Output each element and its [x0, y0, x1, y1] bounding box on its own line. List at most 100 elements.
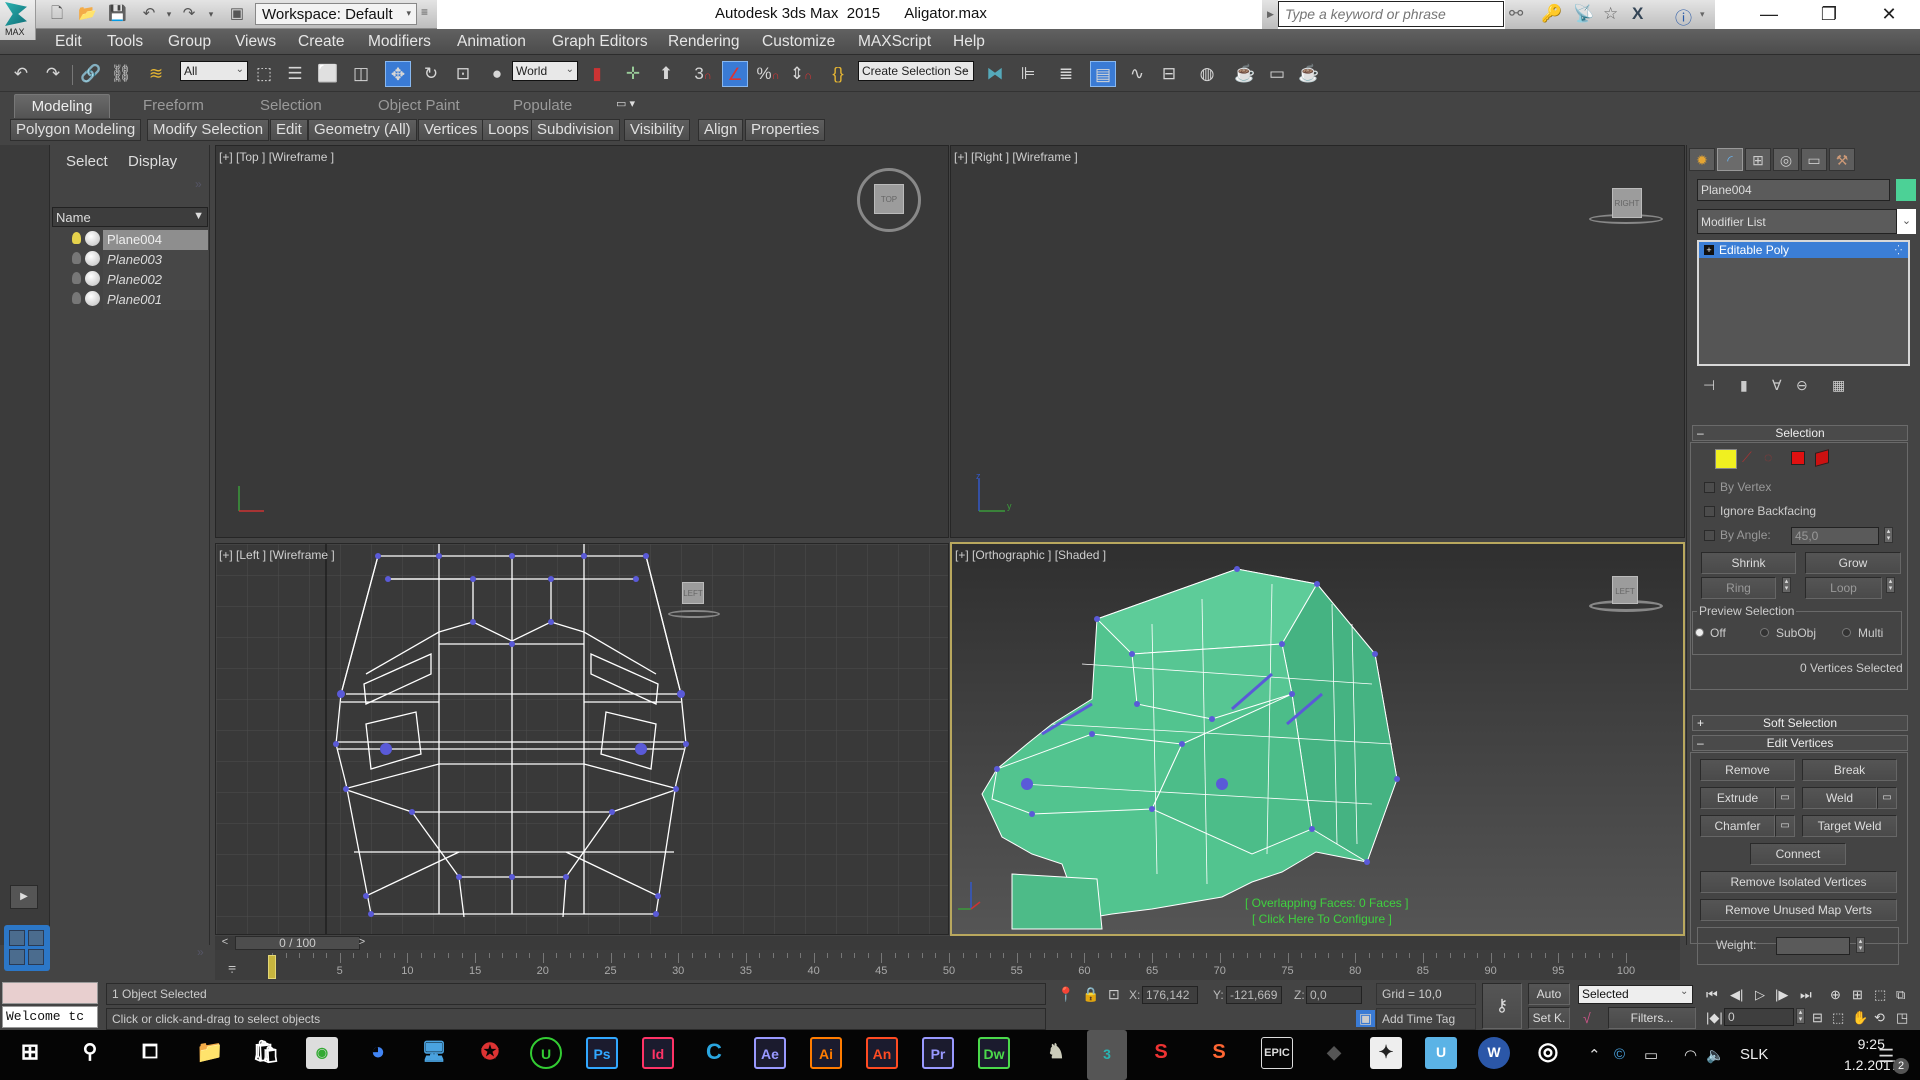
- ring-button[interactable]: Ring: [1701, 577, 1776, 599]
- tray-expand-icon[interactable]: ⌃: [1588, 1046, 1601, 1064]
- ignore-backfacing-checkbox[interactable]: [1704, 506, 1715, 517]
- play-icon[interactable]: ▷: [1755, 987, 1765, 1003]
- preview-off-radio[interactable]: [1695, 628, 1704, 637]
- chrome-icon[interactable]: ◕: [362, 1037, 394, 1069]
- modifier-stack-item[interactable]: + Editable Poly ⁛: [1699, 242, 1908, 258]
- pivot-point-center-icon[interactable]: ▮: [584, 61, 610, 87]
- unlink-icon[interactable]: ⛓: [108, 61, 134, 87]
- panel-subdivision[interactable]: Subdivision: [531, 119, 620, 141]
- extrude-button[interactable]: Extrude: [1700, 787, 1775, 809]
- rectangular-selection-icon[interactable]: ⬜: [315, 61, 341, 87]
- modifier-list-dropdown[interactable]: Modifier List: [1697, 209, 1897, 234]
- pan-view-icon[interactable]: ✋: [1852, 1010, 1868, 1026]
- search-input[interactable]: [1278, 1, 1504, 27]
- customize-toolbar-icon[interactable]: ≡: [421, 5, 428, 19]
- scene-tab-display[interactable]: Display: [128, 153, 177, 170]
- selection-rollout-header[interactable]: – Selection: [1692, 425, 1908, 441]
- weight-spinner[interactable]: ▴ ▾: [1856, 937, 1865, 953]
- tab-selection[interactable]: Selection: [250, 94, 332, 118]
- maxscript-mini-listener[interactable]: Welcome tc: [2, 1006, 98, 1028]
- panel-align[interactable]: Align: [698, 119, 744, 141]
- device-icon[interactable]: ◆: [1318, 1037, 1350, 1069]
- open-file-icon[interactable]: 📂: [78, 5, 97, 23]
- current-frame-marker[interactable]: [268, 955, 276, 979]
- volume-icon[interactable]: 🔈: [1706, 1046, 1725, 1064]
- set-key-mode-icon[interactable]: ⚷: [1482, 983, 1522, 1029]
- double-chevron-icon[interactable]: »: [195, 177, 202, 191]
- undo-icon[interactable]: ↶: [8, 61, 34, 87]
- save-icon[interactable]: 💾: [108, 5, 127, 23]
- ring-spinner[interactable]: ▴ ▾: [1782, 577, 1791, 593]
- spinner-snap-icon[interactable]: ⇕∩: [788, 61, 814, 87]
- viewport-orthographic[interactable]: [+] [Orthographic ] [Shaded ] LEFT [ Ove…: [950, 542, 1685, 936]
- modifier-stack[interactable]: [1697, 240, 1910, 366]
- zoom-icon[interactable]: ⊕: [1830, 987, 1841, 1003]
- shaded-mesh[interactable]: [952, 544, 1683, 934]
- viewcube-icon[interactable]: RIGHT: [1612, 188, 1642, 218]
- orbit-icon[interactable]: ⟲: [1874, 1010, 1885, 1026]
- select-manipulate-icon[interactable]: ✛: [620, 61, 646, 87]
- scene-tab-select[interactable]: Select: [66, 153, 108, 170]
- show-end-result-icon[interactable]: ▮: [1740, 377, 1748, 394]
- help-dropdown-icon[interactable]: ▾: [1700, 9, 1705, 20]
- weld-button[interactable]: Weld: [1802, 787, 1877, 809]
- application-button[interactable]: MAX: [0, 0, 36, 40]
- select-by-name-icon[interactable]: ☰: [282, 61, 308, 87]
- chevron-down-icon[interactable]: ⌄: [1897, 209, 1916, 234]
- vertex-mode-icon[interactable]: [1715, 449, 1737, 469]
- connect-button[interactable]: Connect: [1750, 843, 1846, 865]
- menu-maxscript[interactable]: MAXScript: [858, 33, 931, 51]
- weight-field[interactable]: [1776, 937, 1850, 955]
- adobe-pr-icon[interactable]: Pr: [922, 1037, 954, 1069]
- grow-button[interactable]: Grow: [1805, 552, 1901, 574]
- u-app-icon[interactable]: U: [530, 1037, 562, 1069]
- render-production-icon[interactable]: ☕: [1296, 61, 1322, 87]
- next-key-icon[interactable]: |▶: [1775, 987, 1788, 1003]
- favorites-star-icon[interactable]: ☆: [1603, 4, 1618, 24]
- hierarchy-tab-icon[interactable]: ⊞: [1745, 148, 1771, 171]
- object-color-swatch[interactable]: [1896, 179, 1916, 201]
- select-and-scale-icon[interactable]: ⊡: [450, 61, 476, 87]
- remove-modifier-icon[interactable]: ⊖: [1796, 377, 1808, 394]
- material-editor-icon[interactable]: ◍: [1194, 61, 1220, 87]
- absolute-offset-icon[interactable]: ⊡: [1108, 986, 1120, 1003]
- viewcube-compass-icon[interactable]: [668, 610, 720, 618]
- redo-icon[interactable]: ↷: [180, 5, 198, 23]
- target-weld-button[interactable]: Target Weld: [1802, 815, 1897, 837]
- time-slider-thumb[interactable]: 0 / 100: [235, 936, 360, 950]
- zbrush-icon[interactable]: ✦: [1370, 1037, 1402, 1069]
- viewport-label[interactable]: [+] [Top ] [Wireframe ]: [219, 150, 334, 164]
- rendered-frame-window-icon[interactable]: ▭: [1264, 61, 1290, 87]
- edit-named-selection-icon[interactable]: {}: [825, 61, 851, 87]
- angle-snap-icon[interactable]: ∠: [722, 61, 748, 87]
- menu-tools[interactable]: Tools: [107, 33, 143, 51]
- render-sphere-icon[interactable]: [85, 231, 100, 246]
- key-icon[interactable]: 🔑: [1541, 4, 1562, 24]
- mini-curve-editor-icon[interactable]: ⩦: [228, 958, 236, 975]
- viewport-label[interactable]: [+] [Left ] [Wireframe ]: [219, 548, 335, 562]
- viewport-top[interactable]: [+] [Top ] [Wireframe ] TOP: [215, 145, 949, 538]
- reference-coordinate-dropdown[interactable]: World ⌄: [512, 61, 578, 81]
- ribbon-options-icon[interactable]: ▭ ▾: [606, 94, 645, 118]
- panel-vertices[interactable]: Vertices: [418, 119, 484, 141]
- light-bulb-icon[interactable]: [72, 252, 81, 264]
- render-setup-icon[interactable]: ☕: [1232, 61, 1258, 87]
- adobe-dw-icon[interactable]: Dw: [978, 1037, 1010, 1069]
- time-tag-icon[interactable]: ▣: [1356, 1010, 1376, 1027]
- menu-create[interactable]: Create: [298, 33, 345, 51]
- go-to-end-icon[interactable]: ⏭: [1800, 987, 1812, 1003]
- object-name-field[interactable]: Plane004: [1697, 179, 1890, 201]
- maximize-button[interactable]: ❐: [1800, 2, 1858, 27]
- by-angle-checkbox[interactable]: [1704, 530, 1715, 541]
- adobe-id-icon[interactable]: Id: [642, 1037, 674, 1069]
- chamfer-settings-icon[interactable]: ▭: [1775, 815, 1795, 837]
- border-mode-icon[interactable]: ◌: [1764, 449, 1786, 469]
- keyboard-shortcut-override-icon[interactable]: ⬆: [653, 61, 679, 87]
- modify-tab-icon[interactable]: ◜: [1717, 148, 1743, 171]
- soft-selection-rollout-header[interactable]: + Soft Selection: [1692, 715, 1908, 731]
- time-slider-track[interactable]: [215, 936, 1680, 950]
- viewcube-icon[interactable]: TOP: [874, 184, 904, 214]
- time-configuration-icon[interactable]: ⊟: [1812, 1010, 1823, 1026]
- battery-icon[interactable]: ▭: [1644, 1046, 1658, 1064]
- previous-key-icon[interactable]: ◀|: [1730, 987, 1743, 1003]
